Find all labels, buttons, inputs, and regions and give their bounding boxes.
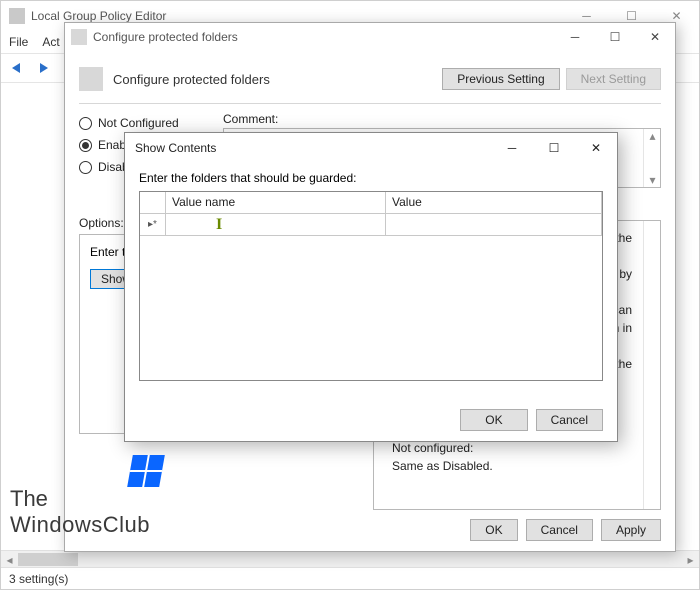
back-button[interactable]: [5, 57, 27, 79]
radio-icon: [79, 117, 92, 130]
grid-new-row[interactable]: ▸* I: [140, 214, 602, 236]
radio-label: Not Configured: [98, 116, 179, 130]
ok-button[interactable]: OK: [470, 519, 517, 541]
arrow-left-icon: [12, 63, 20, 73]
show-contents-titlebar[interactable]: Show Contents ─ ☐ ✕: [125, 133, 617, 163]
previous-setting-button[interactable]: Previous Setting: [442, 68, 559, 90]
show-contents-dialog: Show Contents ─ ☐ ✕ Enter the folders th…: [124, 132, 618, 442]
show-contents-prompt: Enter the folders that should be guarded…: [139, 171, 603, 185]
text-cursor-icon: I: [216, 216, 222, 234]
maximize-icon[interactable]: ☐: [533, 133, 575, 163]
next-setting-button[interactable]: Next Setting: [566, 68, 661, 90]
windows-logo-icon: [127, 455, 165, 487]
configure-titlebar-icon: [71, 29, 87, 45]
radio-icon: [79, 161, 92, 174]
configure-heading: Configure protected folders: [113, 72, 270, 87]
column-value[interactable]: Value: [386, 192, 602, 213]
statusbar: 3 setting(s): [1, 567, 699, 589]
gpedit-app-icon: [9, 8, 25, 24]
value-name-cell[interactable]: I: [166, 214, 386, 236]
horizontal-scrollbar[interactable]: ◂ ▸: [1, 550, 699, 567]
ok-button[interactable]: OK: [460, 409, 527, 431]
configure-title: Configure protected folders: [93, 30, 238, 44]
forward-button[interactable]: [33, 57, 55, 79]
values-grid[interactable]: Value name Value ▸* I: [139, 191, 603, 381]
gpedit-title: Local Group Policy Editor: [31, 9, 166, 23]
scroll-down-icon[interactable]: ▾: [644, 173, 661, 187]
watermark-line2: WindowsClub: [10, 512, 162, 538]
value-cell[interactable]: [386, 214, 602, 236]
watermark-line1: The: [10, 486, 162, 512]
scroll-right-icon[interactable]: ▸: [682, 551, 699, 568]
close-icon[interactable]: ✕: [575, 133, 617, 163]
scroll-up-icon[interactable]: ▴: [644, 129, 661, 143]
maximize-icon[interactable]: ☐: [595, 23, 635, 51]
grid-header: Value name Value: [140, 192, 602, 214]
menu-file[interactable]: File: [9, 35, 28, 49]
minimize-icon[interactable]: ─: [555, 23, 595, 51]
minimize-icon[interactable]: ─: [491, 133, 533, 163]
row-indicator-icon: ▸*: [140, 214, 166, 236]
apply-button[interactable]: Apply: [601, 519, 661, 541]
watermark: The WindowsClub: [10, 455, 162, 538]
close-icon[interactable]: ✕: [635, 23, 675, 51]
cancel-button[interactable]: Cancel: [536, 409, 603, 431]
options-label: Options:: [79, 216, 124, 230]
arrow-right-icon: [40, 63, 48, 73]
cancel-button[interactable]: Cancel: [526, 519, 593, 541]
grid-corner: [140, 192, 166, 213]
column-value-name[interactable]: Value name: [166, 192, 386, 213]
show-contents-title: Show Contents: [135, 141, 216, 155]
comment-label: Comment:: [223, 112, 278, 126]
scroll-thumb[interactable]: [18, 553, 78, 566]
radio-icon: [79, 139, 92, 152]
policy-icon: [79, 67, 103, 91]
help-text: Same as Disabled.: [382, 457, 652, 475]
menu-action[interactable]: Act: [42, 35, 59, 49]
scroll-left-icon[interactable]: ◂: [1, 551, 18, 568]
divider: [79, 103, 661, 104]
radio-not-configured[interactable]: Not Configured: [79, 112, 209, 134]
status-text: 3 setting(s): [9, 572, 68, 586]
configure-titlebar[interactable]: Configure protected folders ─ ☐ ✕: [65, 23, 675, 51]
